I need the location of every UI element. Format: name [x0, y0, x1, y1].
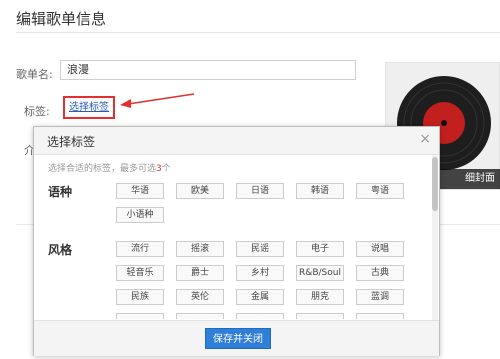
hint-text: 选择合适的标签，最多可选 [48, 164, 157, 174]
tag-button[interactable]: 爵士 [176, 265, 224, 281]
tag-button[interactable]: 民族 [116, 289, 164, 305]
tag-button-partial[interactable] [116, 313, 164, 319]
tag-button-partial[interactable] [236, 313, 284, 319]
save-and-close-button[interactable]: 保存并关闭 [205, 328, 271, 349]
category-label-style: 风格 [48, 243, 73, 257]
tag-button-partial[interactable] [356, 313, 404, 319]
tag-button[interactable]: 蓝调 [356, 289, 404, 305]
dialog-hint: 选择合适的标签，最多可选3个 [48, 161, 171, 174]
title-divider [16, 32, 500, 33]
tag-button-partial[interactable] [296, 313, 344, 319]
tag-button[interactable]: R&B/Soul [296, 265, 344, 281]
tag-button[interactable]: 说唱 [356, 241, 404, 257]
close-icon[interactable]: × [419, 131, 431, 147]
tag-button[interactable]: 英伦 [176, 289, 224, 305]
tag-button[interactable]: 日语 [236, 183, 284, 199]
dialog-title: 选择标签 [47, 135, 96, 149]
tag-label: 标签: [24, 105, 50, 118]
playlist-name-label: 歌单名: [16, 68, 53, 81]
tag-button[interactable]: 韩语 [296, 183, 344, 199]
select-tag-dialog: 选择标签 × 选择合适的标签，最多可选3个 语种 华语 欧美 日语 韩语 粤语 … [33, 126, 440, 356]
tag-button[interactable]: 摇滚 [176, 241, 224, 257]
scrollbar-thumb[interactable] [432, 157, 438, 211]
category-label-language: 语种 [48, 185, 73, 199]
tag-button[interactable]: 朋克 [296, 289, 344, 305]
select-tag-link[interactable]: 选择标签 [63, 96, 115, 119]
tag-button[interactable]: 小语种 [116, 207, 164, 223]
tag-button-partial[interactable] [176, 313, 224, 319]
tag-button[interactable]: 民谣 [236, 241, 284, 257]
annotation-arrow [120, 93, 195, 108]
tag-button[interactable]: 华语 [116, 183, 164, 199]
dialog-footer: 保存并关闭 [34, 320, 439, 356]
tag-button[interactable]: 轻音乐 [116, 265, 164, 281]
tag-button[interactable]: 乡村 [236, 265, 284, 281]
tag-button[interactable]: 粤语 [356, 183, 404, 199]
dialog-header: 选择标签 × [34, 127, 439, 155]
playlist-name-input[interactable] [60, 60, 356, 80]
tag-button[interactable]: 古典 [356, 265, 404, 281]
tags-area: 语种 华语 欧美 日语 韩语 粤语 小语种 风格 流行 摇滚 民谣 电子 说唱 … [34, 179, 434, 319]
tag-button[interactable]: 电子 [296, 241, 344, 257]
hint-suffix: 个 [161, 164, 171, 174]
tag-button[interactable]: 欧美 [176, 183, 224, 199]
dialog-scrollbar[interactable] [432, 155, 438, 321]
page-title: 编辑歌单信息 [16, 10, 107, 28]
tag-button[interactable]: 流行 [116, 241, 164, 257]
tag-button[interactable]: 金属 [236, 289, 284, 305]
